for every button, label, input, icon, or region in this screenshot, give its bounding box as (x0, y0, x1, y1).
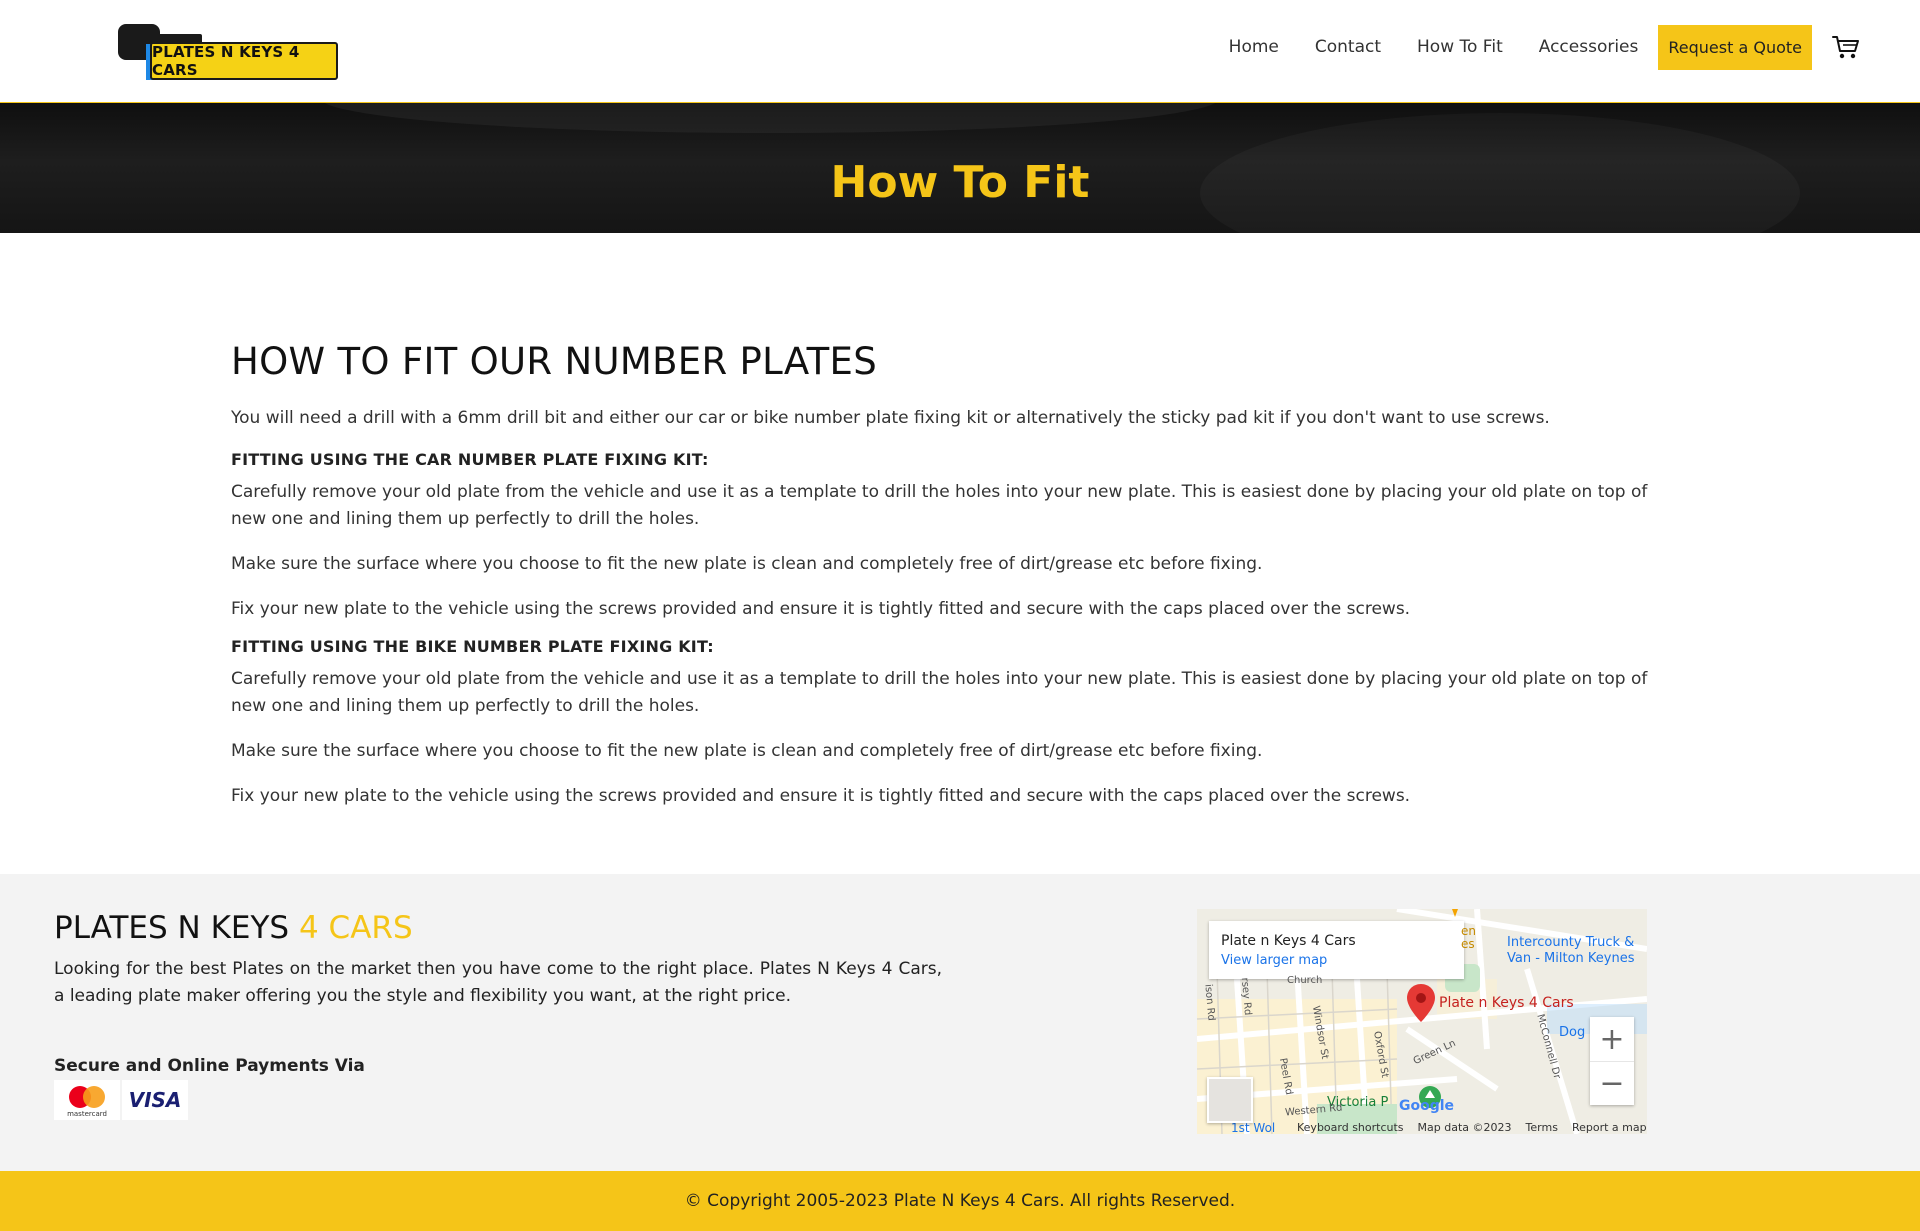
map-info-card: Plate n Keys 4 Cars View larger map (1209, 921, 1464, 979)
footer-brand: PLATES N KEYS 4 CARS (54, 910, 413, 946)
payments-title: Secure and Online Payments Via (54, 1056, 365, 1076)
bike-step-1: Carefully remove your old plate from the… (231, 669, 1648, 716)
nav-home[interactable]: Home (1229, 37, 1279, 57)
logo-plate: PLATES N KEYS 4 CARS (150, 42, 338, 80)
car-step-1: Carefully remove your old plate from the… (231, 482, 1648, 529)
report-map-error-link[interactable]: Report a map error (1572, 1121, 1647, 1134)
content-heading: HOW TO FIT OUR NUMBER PLATES (231, 340, 877, 383)
car-step-3: Fix your new plate to the vehicle using … (231, 599, 1411, 619)
map-data-label: Map data ©2023 (1417, 1121, 1512, 1134)
map-layer-toggle[interactable] (1207, 1077, 1253, 1123)
car-kit-heading: FITTING USING THE CAR NUMBER PLATE FIXIN… (231, 450, 709, 469)
map-poi-truck[interactable]: Intercounty Truck & Van - Milton Keynes (1507, 935, 1635, 967)
nav-accessories[interactable]: Accessories (1539, 37, 1639, 57)
map-poi-dog[interactable]: Dog (1559, 1025, 1585, 1041)
zoom-out-button[interactable]: − (1590, 1061, 1634, 1105)
map-pin-label[interactable]: Plate n Keys 4 Cars (1439, 995, 1574, 1011)
bike-kit-heading: FITTING USING THE BIKE NUMBER PLATE FIXI… (231, 637, 714, 656)
nav-how-to-fit[interactable]: How To Fit (1417, 37, 1503, 57)
visa-logo: VISA (122, 1080, 188, 1120)
bike-step-2: Make sure the surface where you choose t… (231, 741, 1263, 761)
footer-brand-accent: 4 CARS (298, 910, 413, 946)
site-footer: PLATES N KEYS 4 CARS Looking for the bes… (0, 874, 1920, 1171)
bike-step-3: Fix your new plate to the vehicle using … (231, 786, 1411, 806)
copyright-bar: © Copyright 2005-2023 Plate N Keys 4 Car… (0, 1171, 1920, 1231)
view-larger-map-link[interactable]: View larger map (1221, 953, 1464, 968)
map-attribution: Keyboard shortcuts Map data ©2023 Terms … (1297, 1121, 1647, 1134)
site-logo[interactable]: PLATES N KEYS 4 CARS (118, 22, 338, 82)
cart-icon[interactable] (1832, 34, 1860, 60)
footer-brand-main: PLATES N KEYS (54, 910, 299, 946)
mastercard-label: mastercard (67, 1110, 107, 1118)
copyright-text: © Copyright 2005-2023 Plate N Keys 4 Car… (684, 1191, 1236, 1211)
nav-contact[interactable]: Contact (1315, 37, 1381, 57)
mastercard-logo: mastercard (54, 1080, 120, 1120)
main-content: HOW TO FIT OUR NUMBER PLATES You will ne… (231, 340, 1661, 828)
main-nav: Home Contact How To Fit Accessories Requ… (1193, 24, 1860, 70)
banner-background-image (320, 103, 1220, 133)
map-zoom-controls: + − (1590, 1017, 1634, 1105)
keyboard-shortcuts-link[interactable]: Keyboard shortcuts (1297, 1121, 1404, 1134)
visa-label: VISA (128, 1088, 182, 1112)
google-logo: Google (1399, 1098, 1455, 1114)
zoom-in-button[interactable]: + (1590, 1017, 1634, 1061)
map-street-label: Church (1287, 975, 1323, 986)
terms-link[interactable]: Terms (1526, 1121, 1558, 1134)
map-place-name: Plate n Keys 4 Cars (1221, 933, 1356, 949)
map-poi-top[interactable]: en es (1461, 925, 1476, 951)
car-step-2: Make sure the surface where you choose t… (231, 554, 1263, 574)
page-banner: How To Fit (0, 103, 1920, 233)
embedded-map[interactable]: Plate n Keys 4 Cars View larger map Plat… (1197, 909, 1647, 1134)
footer-description: Looking for the best Plates on the marke… (54, 959, 942, 1006)
intro-paragraph: You will need a drill with a 6mm drill b… (231, 408, 1550, 428)
site-header: PLATES N KEYS 4 CARS Home Contact How To… (0, 0, 1920, 103)
page-title: How To Fit (830, 157, 1090, 208)
payment-cards: mastercard VISA (54, 1080, 190, 1120)
mastercard-icon: mastercard (67, 1086, 107, 1118)
logo-text: PLATES N KEYS 4 CARS (152, 43, 300, 79)
request-quote-button[interactable]: Request a Quote (1658, 24, 1812, 70)
